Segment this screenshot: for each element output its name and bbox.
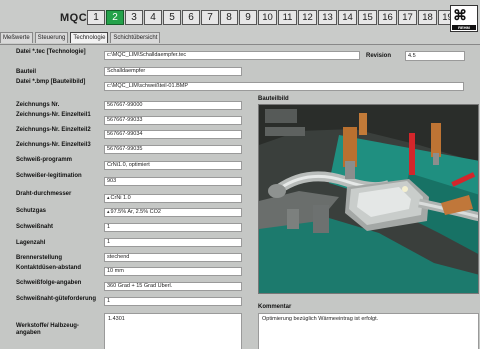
datei-tec-field[interactable]: c:\MQC_LIM\Schalldaempfer.tec bbox=[104, 51, 360, 60]
station-tab-1[interactable]: 1 bbox=[87, 10, 105, 25]
view-tabs: Meßwerte Steuerung Technologie Schichtüb… bbox=[0, 32, 162, 44]
station-tab-4[interactable]: 4 bbox=[144, 10, 162, 25]
brenner-field[interactable]: stechend bbox=[104, 253, 242, 262]
company-logo: ⌘ REHM bbox=[450, 5, 478, 32]
schutzgas-value: 97.5% Ar, 2.5% CO2 bbox=[110, 209, 161, 215]
spinner-icon[interactable]: ▴ bbox=[107, 195, 110, 201]
station-tab-17[interactable]: 17 bbox=[398, 10, 417, 25]
logo-caption: REHM bbox=[452, 25, 476, 30]
lagenzahl-field[interactable]: 1 bbox=[104, 238, 242, 247]
top-bar: MQC 1 2 3 4 5 6 7 8 9 10 11 12 13 14 15 … bbox=[0, 0, 480, 32]
brenner-label: Brennerstellung bbox=[16, 255, 63, 261]
kontakt-label: Kontaktdüsen-abstand bbox=[16, 265, 82, 271]
kommentar-field[interactable]: Optimierung bezüglich Wärmeeintrag ist e… bbox=[258, 313, 479, 349]
bauteil-label: Bauteil bbox=[16, 69, 37, 75]
bauteil-field[interactable]: Schalldaempfer bbox=[104, 67, 242, 76]
station-tab-6[interactable]: 6 bbox=[182, 10, 200, 25]
schweissnaht-field[interactable]: 1 bbox=[104, 223, 242, 232]
guete-label: Schweißnaht-güteforderung bbox=[16, 296, 96, 302]
legitimation-label: Schweißer-legitimation bbox=[16, 173, 82, 179]
datei-tec-label: Datei *.tec [Technologie] bbox=[16, 49, 86, 55]
technologie-panel: Datei *.tec [Technologie] c:\MQC_LIM\Sch… bbox=[0, 44, 480, 349]
station-tab-8[interactable]: 8 bbox=[220, 10, 238, 25]
zeichnungs-nr-label: Zeichnungs Nr. bbox=[16, 102, 60, 108]
station-tab-13[interactable]: 13 bbox=[318, 10, 337, 25]
einzelteil3-field[interactable]: 567667-99035 bbox=[104, 145, 242, 154]
station-tab-11[interactable]: 11 bbox=[278, 10, 297, 25]
station-tabs: 1 2 3 4 5 6 7 8 9 10 11 12 13 14 15 16 1… bbox=[87, 10, 478, 25]
draht-value: CrNi 1.0 bbox=[110, 195, 131, 201]
station-tab-9[interactable]: 9 bbox=[239, 10, 257, 25]
welding-photo-icon bbox=[259, 105, 478, 293]
station-tab-7[interactable]: 7 bbox=[201, 10, 219, 25]
schweissnaht-label: Schweißnaht bbox=[16, 224, 54, 230]
revision-field[interactable]: 4.5 bbox=[405, 51, 465, 61]
revision-label: Revision bbox=[366, 53, 392, 59]
spinner-icon[interactable]: ▴ bbox=[107, 209, 110, 215]
draht-label: Draht-durchmesser bbox=[16, 191, 72, 197]
einzelteil3-label: Zeichnungs-Nr. Einzelteil3 bbox=[16, 142, 91, 148]
folge-label: Schweißfolge-angaben bbox=[16, 280, 82, 286]
tab-schichtuebersicht[interactable]: Schichtübersicht bbox=[110, 32, 161, 43]
schutzgas-label: Schutzgas bbox=[16, 208, 47, 214]
kommentar-title: Kommentar bbox=[258, 304, 292, 310]
station-tab-2[interactable]: 2 bbox=[106, 10, 124, 25]
legitimation-field[interactable]: 903 bbox=[104, 177, 242, 186]
werkstoff-field[interactable]: 1.4301 bbox=[104, 313, 242, 349]
kontakt-field[interactable]: 10 mm bbox=[104, 267, 242, 276]
datei-bmp-field[interactable]: c:\MQC_LIM\schweißteil-01.BMP bbox=[104, 82, 464, 91]
draht-select[interactable]: ▴CrNi 1.0 bbox=[104, 194, 242, 203]
schweissprogramm-label: Schweiß-programm bbox=[16, 157, 73, 163]
einzelteil1-label: Zeichnungs-Nr. Einzelteil1 bbox=[16, 112, 91, 118]
einzelteil2-label: Zeichnungs-Nr. Einzelteil2 bbox=[16, 127, 91, 133]
station-tab-5[interactable]: 5 bbox=[163, 10, 181, 25]
station-tab-3[interactable]: 3 bbox=[125, 10, 143, 25]
schutzgas-select[interactable]: ▴97.5% Ar, 2.5% CO2 bbox=[104, 208, 242, 217]
station-tab-14[interactable]: 14 bbox=[338, 10, 357, 25]
tab-technologie[interactable]: Technologie bbox=[70, 32, 109, 43]
app-label: MQC bbox=[60, 12, 88, 24]
tab-messwerte[interactable]: Meßwerte bbox=[0, 32, 33, 43]
zeichnungs-nr-field[interactable]: 567667-99000 bbox=[104, 101, 242, 110]
einzelteil1-field[interactable]: 567667-99033 bbox=[104, 116, 242, 125]
station-tab-10[interactable]: 10 bbox=[258, 10, 277, 25]
part-image bbox=[258, 104, 479, 294]
schweissprogramm-field[interactable]: CrNi1.0, optimiert bbox=[104, 161, 242, 170]
bauteilbild-title: Bauteilbild bbox=[258, 96, 289, 102]
station-tab-15[interactable]: 15 bbox=[358, 10, 377, 25]
logo-mark-icon: ⌘ bbox=[453, 7, 467, 23]
station-tab-16[interactable]: 16 bbox=[378, 10, 397, 25]
datei-bmp-label: Datei *.bmp [Bauteilbild] bbox=[16, 79, 86, 85]
station-tab-18[interactable]: 18 bbox=[418, 10, 437, 25]
einzelteil2-field[interactable]: 567667-99034 bbox=[104, 130, 242, 139]
folge-field[interactable]: 360 Grad + 15 Grad Überl. bbox=[104, 282, 242, 291]
tab-steuerung[interactable]: Steuerung bbox=[34, 32, 69, 43]
guete-field[interactable]: 1 bbox=[104, 297, 242, 306]
station-tab-12[interactable]: 12 bbox=[298, 10, 317, 25]
werkstoff-label: Werkstoffe/ Halbzeug-angaben bbox=[16, 323, 79, 336]
lagenzahl-label: Lagenzahl bbox=[16, 240, 46, 246]
